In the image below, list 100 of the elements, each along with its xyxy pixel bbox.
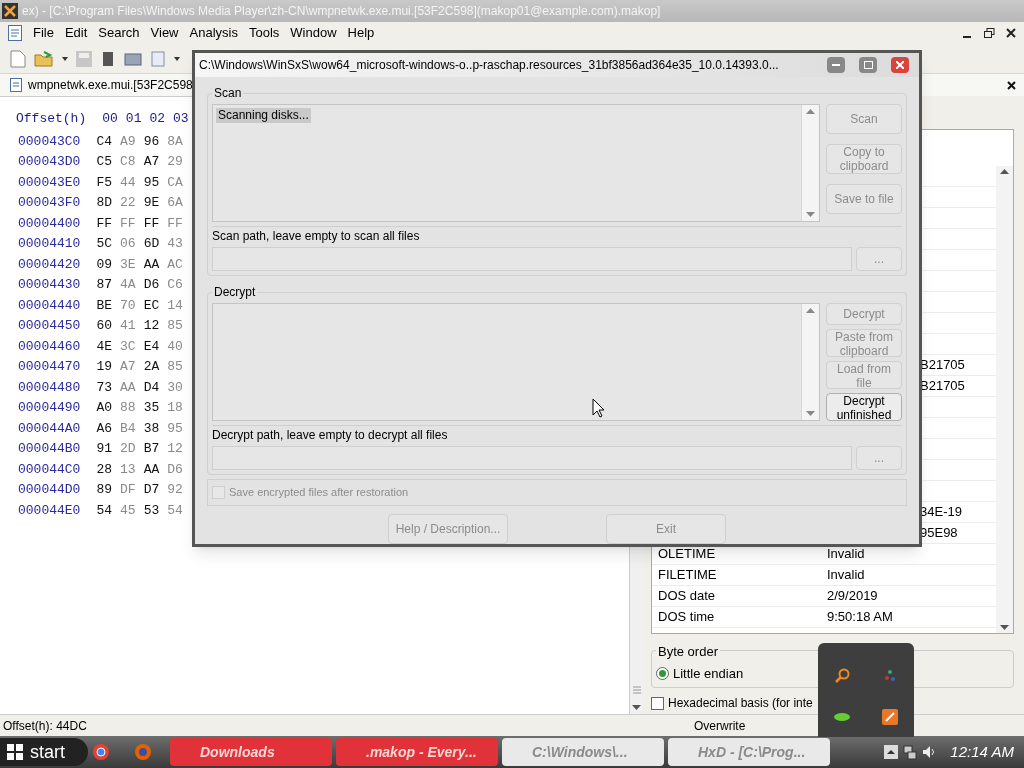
mouse-cursor-icon <box>592 398 606 418</box>
byte-cell-text: 4E <box>96 337 113 356</box>
offset-cell-text: 00004410 <box>17 235 81 253</box>
scroll-up-icon <box>806 108 815 114</box>
path-label: Decrypt path, leave empty to decrypt all files <box>212 427 449 442</box>
new-file-icon[interactable] <box>10 49 26 68</box>
byte-cell-text: CA <box>167 173 183 192</box>
byte-cell-text: 13 <box>120 460 136 479</box>
byte-cell-text: A9 <box>120 132 136 151</box>
log-area[interactable]: Scanning disks... <box>212 103 820 222</box>
byte-cell-text: FF <box>120 214 136 233</box>
oval-icon[interactable] <box>833 711 851 722</box>
byte-cell-text: 44 <box>120 173 136 192</box>
byte-cell-text: A6 <box>96 419 113 438</box>
byte-cell-text: 91 <box>96 440 113 458</box>
dots-icon[interactable] <box>884 668 896 683</box>
byte-cell-text: 95 <box>167 419 183 438</box>
scroll-down-icon <box>806 211 815 217</box>
byte-cell-text: 09 <box>96 255 113 274</box>
browser-icon[interactable] <box>92 743 110 761</box>
byte-cell-text: B4 <box>120 419 136 438</box>
menu-item[interactable]: Search <box>98 23 140 43</box>
byte-cell-text: 3C <box>120 337 136 356</box>
minimize-button[interactable] <box>827 56 845 73</box>
byte-cell-text: 19 <box>96 358 113 376</box>
byte-cell-text: 5C <box>96 235 113 253</box>
byte-cell-text: 28 <box>96 460 113 479</box>
taskbar-button[interactable]: C:\Windows\... <box>502 738 664 766</box>
byte-cell-text: EC <box>143 296 160 315</box>
byte-cell-text: 6D <box>143 235 160 253</box>
scroll-down-icon <box>632 705 641 710</box>
byte-cell-text: D4 <box>143 378 160 397</box>
menu-item[interactable]: File <box>33 23 54 43</box>
app-tray-icon[interactable] <box>882 708 898 725</box>
column-header: 00 <box>102 110 118 128</box>
document-tab[interactable]: wmpnetwk.exe.mui.[53F2C598 <box>10 76 193 94</box>
menu-item[interactable]: Window <box>290 23 337 43</box>
close-icon[interactable] <box>1007 80 1016 90</box>
network-icon[interactable] <box>902 744 919 760</box>
scrollbar[interactable] <box>801 104 819 221</box>
byte-cell-text: AA <box>143 460 160 479</box>
scroll-up-icon <box>1000 169 1009 174</box>
byte-cell-text: 85 <box>167 317 183 335</box>
close-button[interactable] <box>891 56 909 73</box>
scroll-up-icon <box>806 307 815 313</box>
offset-cell-text: 00004460 <box>17 337 81 356</box>
caret-icon[interactable] <box>62 56 68 61</box>
checkbox-label: Hexadecimal basis (for inte <box>668 695 813 712</box>
radio-button[interactable] <box>656 666 669 680</box>
menu-item[interactable]: Tools <box>248 23 280 43</box>
column-header: 01 <box>125 110 142 128</box>
app-icon <box>2 3 18 19</box>
byte-cell-text: FF <box>167 214 183 233</box>
name-cell-text: FILETIME <box>657 566 718 585</box>
offset-cell-text: 00004450 <box>17 317 81 335</box>
byte-cell-text: 9E <box>143 194 160 212</box>
checkbox[interactable] <box>651 696 664 710</box>
taskbar-button[interactable]: .makop - Every... <box>336 738 498 766</box>
mdi-restore-icon[interactable] <box>984 28 995 38</box>
menu-item[interactable]: Help <box>347 23 375 43</box>
search-icon[interactable] <box>834 667 850 684</box>
minimize-icon <box>832 63 840 66</box>
taskbar-button[interactable]: HxD - [C:\Prog... <box>668 738 830 766</box>
byte-cell-text: A7 <box>120 358 136 376</box>
offset-cell-text: 000043F0 <box>17 194 81 212</box>
open-folder-icon[interactable] <box>34 50 54 67</box>
caret-icon[interactable] <box>174 56 180 61</box>
value-cell-text: 95E98 <box>920 524 958 543</box>
menu-item[interactable]: Analysis <box>189 23 238 43</box>
action-button[interactable]: Decrypt unfinished <box>826 392 902 421</box>
status-offset: Offset(h): 44DC <box>2 717 88 735</box>
byte-cell-text: D7 <box>143 481 160 499</box>
byte-cell-text: 41 <box>120 317 136 335</box>
vertical-scrollbar[interactable] <box>996 166 1013 633</box>
start-button[interactable]: start <box>0 738 88 766</box>
document-icon <box>8 25 22 41</box>
name-cell-text: DOS date <box>657 587 717 606</box>
menu-item[interactable]: View <box>150 23 179 43</box>
offset-cell-text: 000044A0 <box>17 419 81 438</box>
byte-cell-text: DF <box>120 481 136 499</box>
byte-cell-text: 60 <box>96 317 113 335</box>
byte-cell-text: 70 <box>120 296 136 315</box>
mdi-close-icon[interactable] <box>1006 28 1016 38</box>
byte-cell-text: 06 <box>120 235 136 253</box>
byte-cell-text: FF <box>96 214 113 233</box>
menu-item[interactable]: Edit <box>64 23 88 43</box>
byte-cell-text: 3E <box>120 255 136 274</box>
byte-cell-text: E4 <box>143 337 160 356</box>
byte-cell-text: C8 <box>120 153 136 171</box>
taskbar-button[interactable]: Downloads <box>170 738 332 766</box>
maximize-button[interactable] <box>859 56 877 73</box>
show-hidden-icons-icon[interactable] <box>884 745 899 759</box>
byte-cell-text: 35 <box>143 399 160 417</box>
byte-cell-text: 89 <box>96 481 113 499</box>
offset-cell-text: 00004480 <box>17 378 81 397</box>
byte-cell-text: 38 <box>143 419 160 438</box>
offset-cell-text: 000043E0 <box>17 173 81 192</box>
offset-cell-text: 00004440 <box>17 296 81 315</box>
scrollbar[interactable] <box>801 303 819 420</box>
group-title: Decrypt <box>212 284 258 299</box>
